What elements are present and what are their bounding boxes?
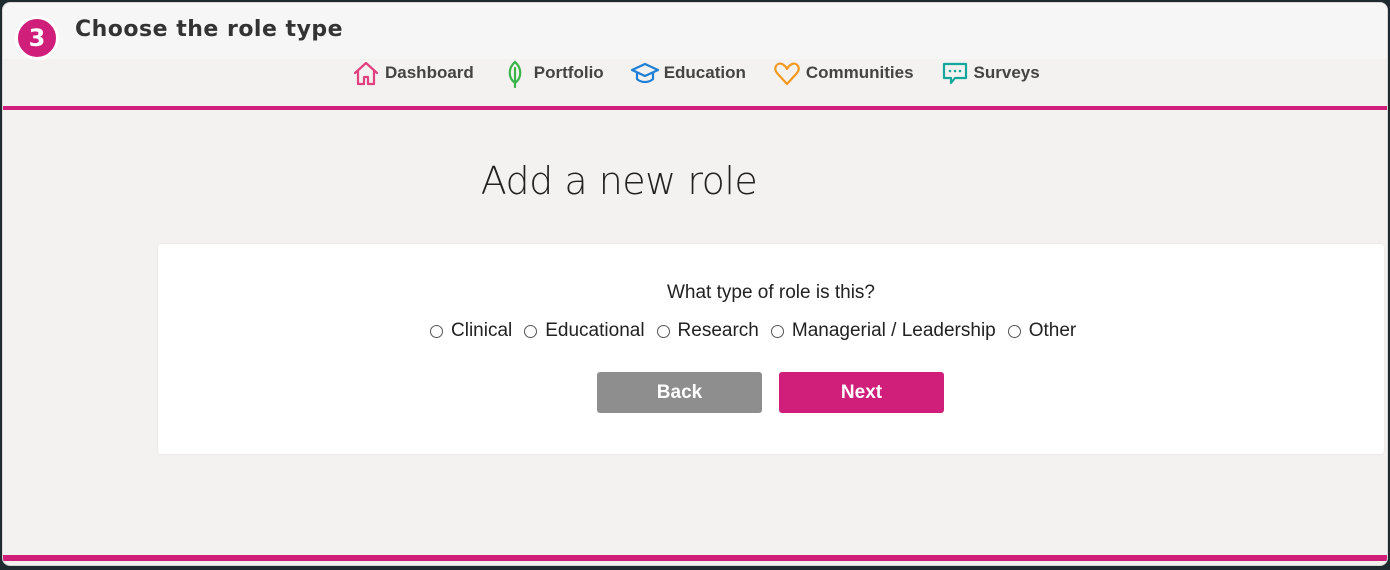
option-clinical[interactable]: Clinical xyxy=(430,320,512,342)
role-type-options: Clinical Educational Research Managerial… xyxy=(430,320,1088,342)
nav-item-portfolio[interactable]: Portfolio xyxy=(500,58,604,88)
footer-divider xyxy=(3,555,1387,561)
app-window: 3 Choose the role type Dashboard Portfol… xyxy=(2,2,1388,566)
option-label-managerial: Managerial / Leadership xyxy=(791,320,996,341)
nav-label-dashboard: Dashboard xyxy=(385,63,474,82)
back-button[interactable]: Back xyxy=(597,372,762,413)
home-icon xyxy=(353,61,379,86)
graduation-cap-icon xyxy=(630,62,659,84)
option-research[interactable]: Research xyxy=(656,320,759,342)
nav-item-communities[interactable]: Communities xyxy=(772,58,914,88)
next-button[interactable]: Next xyxy=(779,372,944,413)
main-nav: Dashboard Portfolio Education Communitie… xyxy=(351,56,1066,90)
option-label-other: Other xyxy=(1028,320,1077,341)
nav-item-education[interactable]: Education xyxy=(630,58,746,88)
role-type-card: What type of role is this? Clinical Educ… xyxy=(158,244,1384,454)
step-header: 3 Choose the role type xyxy=(3,3,1387,60)
step-title: Choose the role type xyxy=(75,17,344,42)
leaf-icon xyxy=(508,60,522,88)
page-title: Add a new role xyxy=(480,159,758,203)
step-number-badge: 3 xyxy=(15,16,59,60)
option-label-research: Research xyxy=(677,320,759,341)
option-educational[interactable]: Educational xyxy=(524,320,645,342)
nav-label-surveys: Surveys xyxy=(973,63,1040,82)
heart-icon xyxy=(774,62,800,86)
option-managerial[interactable]: Managerial / Leadership xyxy=(770,320,996,342)
radio-clinical[interactable] xyxy=(430,324,443,338)
nav-label-portfolio: Portfolio xyxy=(533,63,604,82)
nav-label-education: Education xyxy=(663,63,746,82)
nav-label-communities: Communities xyxy=(805,63,914,82)
radio-managerial[interactable] xyxy=(770,324,784,338)
nav-item-surveys[interactable]: Surveys xyxy=(940,58,1040,88)
header-divider xyxy=(3,106,1387,110)
option-other[interactable]: Other xyxy=(1007,320,1077,342)
nav-item-dashboard[interactable]: Dashboard xyxy=(351,58,474,88)
option-label-clinical: Clinical xyxy=(451,320,513,341)
role-type-question: What type of role is this? xyxy=(666,282,876,303)
option-label-educational: Educational xyxy=(545,320,645,341)
radio-research[interactable] xyxy=(656,324,670,338)
radio-educational[interactable] xyxy=(524,324,538,338)
radio-other[interactable] xyxy=(1007,324,1021,338)
chat-bubble-icon xyxy=(942,62,967,85)
